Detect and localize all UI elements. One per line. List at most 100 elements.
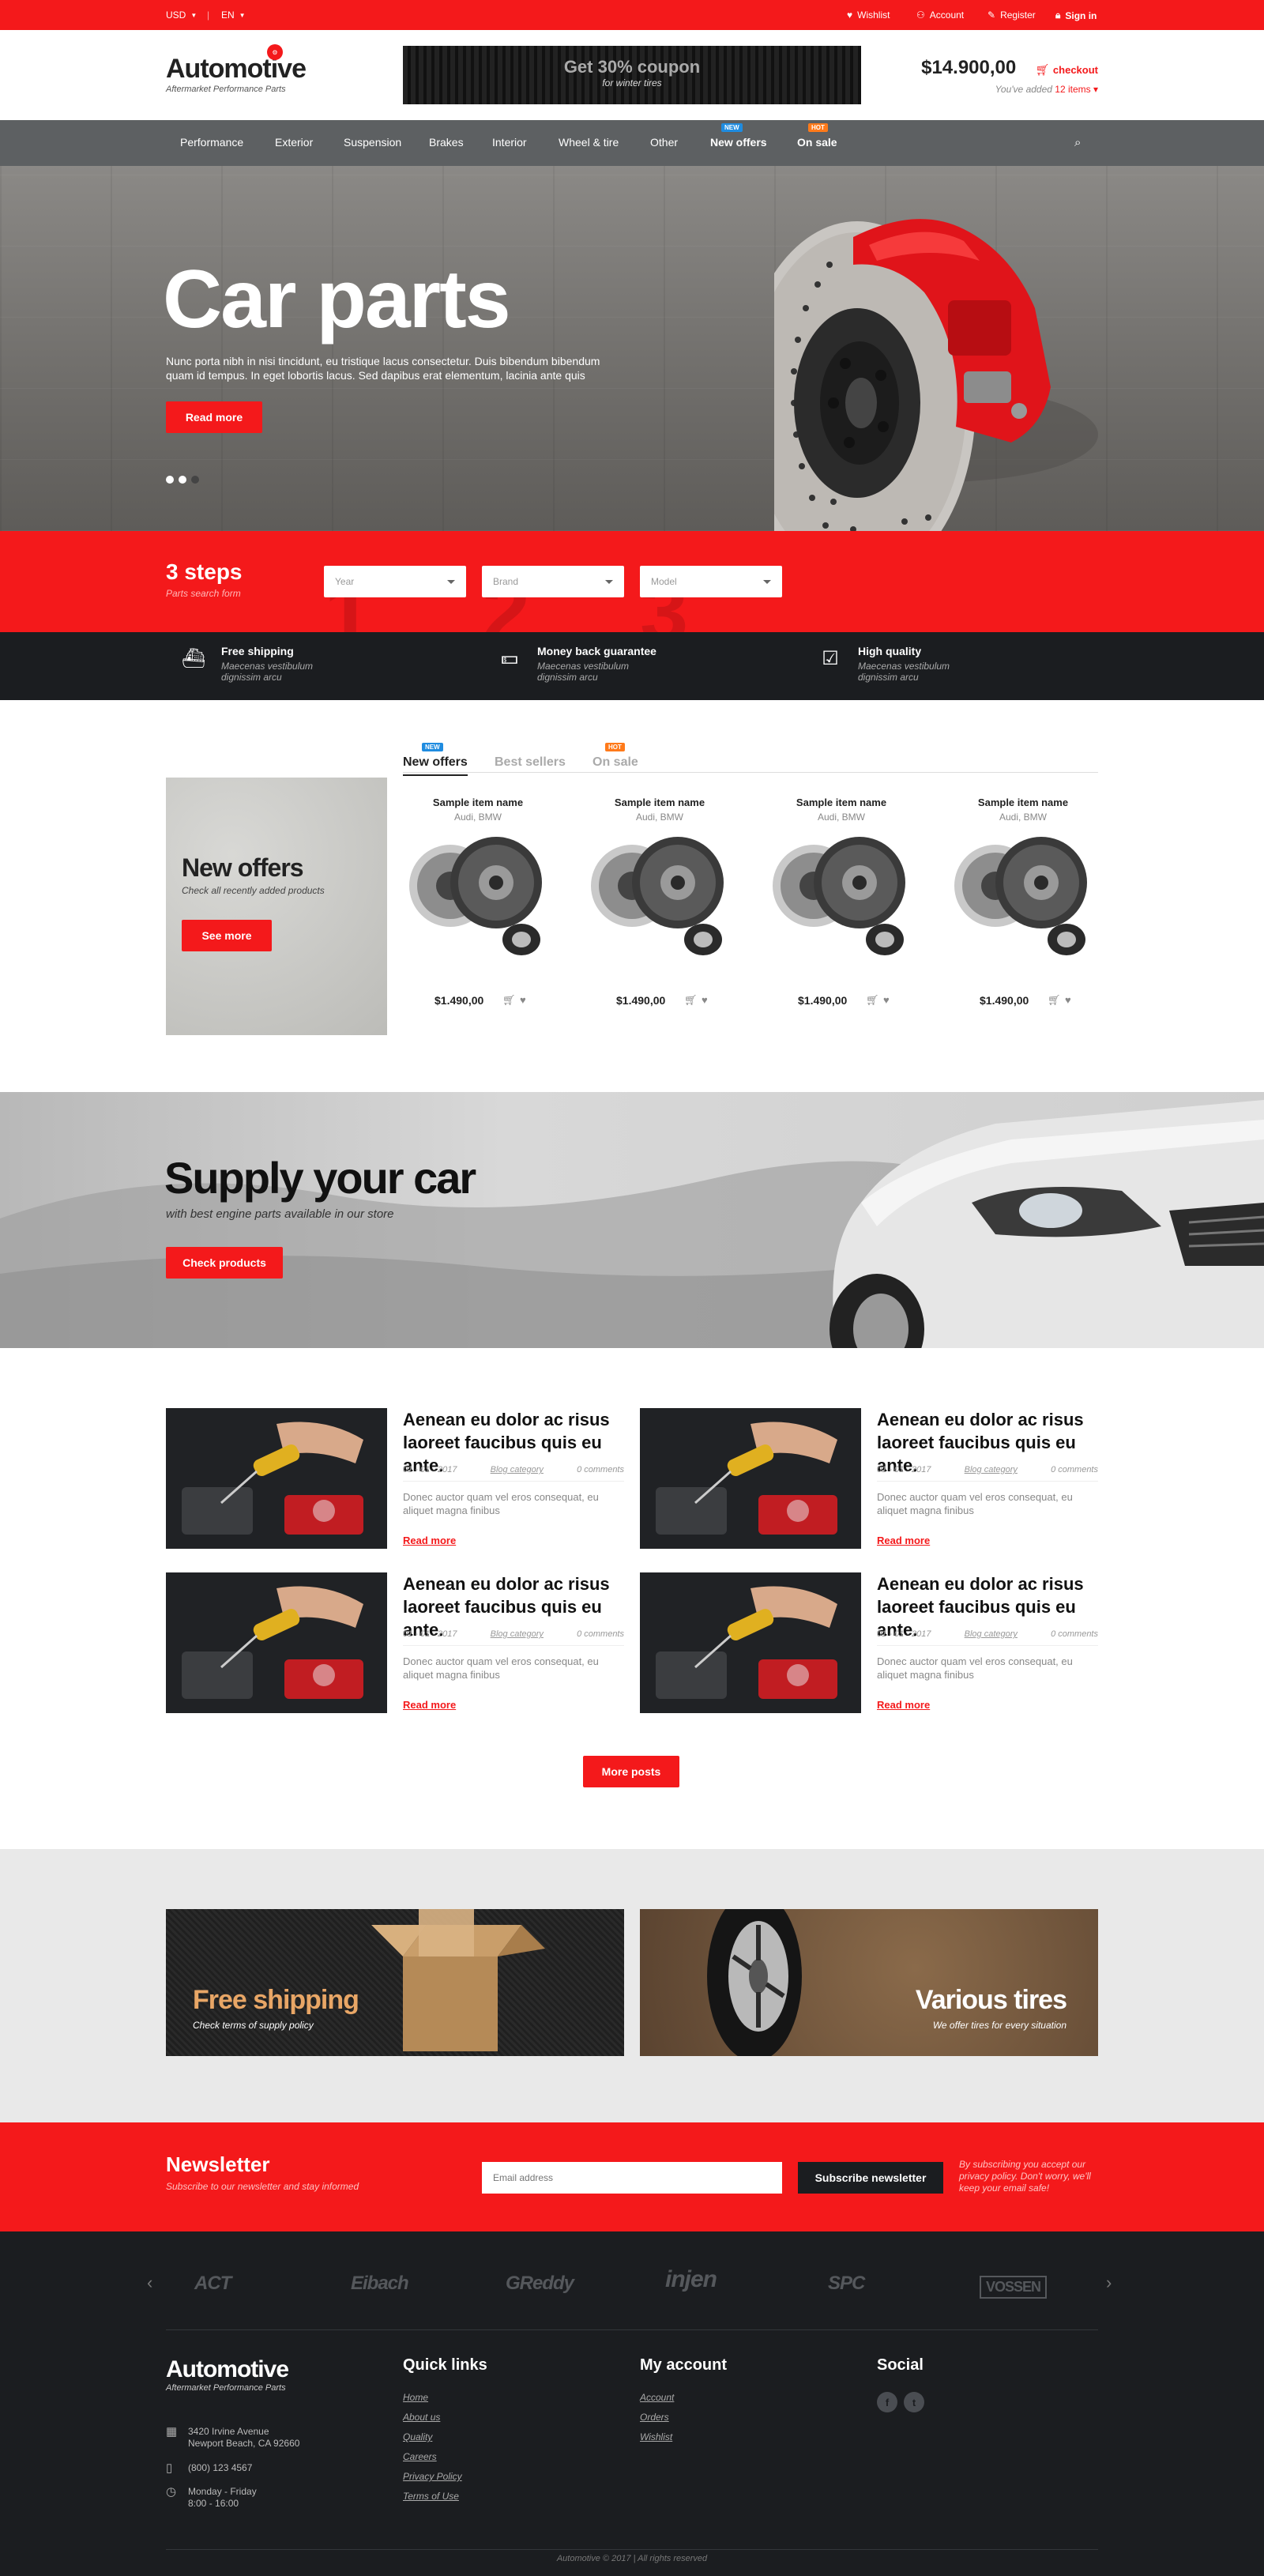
- cart-added-prefix: You've added: [995, 84, 1052, 95]
- slider-dots: [166, 476, 199, 484]
- heart-icon[interactable]: ♥: [1065, 994, 1071, 1006]
- slider-dot[interactable]: [179, 476, 186, 484]
- newsletter-section: Newsletter Subscribe to our newsletter a…: [0, 2122, 1264, 2231]
- slider-dot[interactable]: [191, 476, 199, 484]
- feature-title: Free shipping: [221, 645, 294, 657]
- engine-photo[interactable]: [640, 1408, 861, 1549]
- chevron-left-icon[interactable]: ‹: [147, 2273, 152, 2293]
- brand-logo-spc[interactable]: SPC: [828, 2273, 865, 2295]
- email-field[interactable]: [482, 2162, 782, 2194]
- heart-icon[interactable]: ♥: [702, 994, 708, 1006]
- see-more-button[interactable]: See more: [182, 920, 272, 951]
- various-tires-banner[interactable]: Various tires We offer tires for every s…: [640, 1909, 1098, 2056]
- footer-link-about[interactable]: About us: [403, 2412, 487, 2423]
- cart-icon[interactable]: 🛒︎: [866, 994, 879, 1007]
- nav-item-wheel-tire[interactable]: Wheel & tire: [559, 136, 619, 149]
- tab-new-offers[interactable]: New offers NEW: [403, 743, 468, 776]
- footer-link-account[interactable]: Account: [640, 2392, 727, 2403]
- nav-item-suspension[interactable]: Suspension: [344, 136, 401, 149]
- cart-items-dropdown[interactable]: 12 items ▾: [1055, 84, 1098, 95]
- search-icon[interactable]: ⌕: [1074, 136, 1081, 149]
- free-shipping-banner[interactable]: Free shipping Check terms of supply poli…: [166, 1909, 624, 2056]
- twitter-icon[interactable]: t: [904, 2392, 924, 2412]
- checkout-link[interactable]: checkout: [1053, 64, 1098, 76]
- footer-link-terms[interactable]: Terms of Use: [403, 2491, 487, 2502]
- footer-logo[interactable]: Automotive Aftermarket Performance Parts: [166, 2356, 289, 2393]
- promo-title: New offers: [182, 853, 304, 882]
- cart-icon[interactable]: 🛒︎: [1048, 994, 1061, 1007]
- post-comments[interactable]: 0 comments: [1051, 1465, 1098, 1474]
- hero-read-more-button[interactable]: Read more: [166, 401, 262, 433]
- box-image: [371, 1909, 545, 2051]
- footer-link-careers[interactable]: Careers: [403, 2451, 487, 2462]
- read-more-link[interactable]: Read more: [877, 1535, 930, 1546]
- product-card[interactable]: Sample item name Audi, BMW $1.490,00 🛒︎ ♥: [403, 797, 553, 1007]
- product-name[interactable]: Sample item name: [766, 797, 916, 808]
- product-name[interactable]: Sample item name: [585, 797, 735, 808]
- cart-icon[interactable]: 🛒︎: [684, 994, 698, 1007]
- post-category[interactable]: Blog category: [965, 1465, 1018, 1474]
- post-comments[interactable]: 0 comments: [1051, 1629, 1098, 1639]
- nav-item-other[interactable]: Other: [650, 136, 678, 149]
- nav-item-brakes[interactable]: Brakes: [429, 136, 464, 149]
- post-category[interactable]: Blog category: [491, 1465, 544, 1474]
- footer-link-privacy[interactable]: Privacy Policy: [403, 2471, 487, 2482]
- brand-select[interactable]: Brand: [482, 566, 624, 597]
- language-select[interactable]: EN ▼: [221, 9, 246, 21]
- register-link[interactable]: ✎ Register: [988, 9, 1036, 21]
- read-more-link[interactable]: Read more: [403, 1699, 456, 1711]
- nav-item-exterior[interactable]: Exterior: [275, 136, 313, 149]
- logo[interactable]: Automotive Aftermarket Performance Parts…: [166, 44, 307, 94]
- feature-money-back: 💵︎ Money back guarantee Maecenas vestibul…: [496, 645, 656, 683]
- account-link[interactable]: ⚇ Account: [916, 9, 964, 21]
- slider-dot[interactable]: [166, 476, 174, 484]
- read-more-link[interactable]: Read more: [403, 1535, 456, 1546]
- engine-photo[interactable]: [640, 1572, 861, 1713]
- more-posts-button[interactable]: More posts: [583, 1756, 679, 1787]
- engine-photo[interactable]: [166, 1408, 387, 1549]
- product-card[interactable]: Sample item name Audi, BMW $1.490,00 🛒︎ ♥: [766, 797, 916, 1007]
- tab-best-sellers[interactable]: Best sellers: [495, 755, 566, 770]
- post-comments[interactable]: 0 comments: [577, 1629, 624, 1639]
- brand-logo-eibach[interactable]: Eibach: [351, 2273, 409, 2295]
- post-category[interactable]: Blog category: [965, 1629, 1018, 1639]
- read-more-link[interactable]: Read more: [877, 1699, 930, 1711]
- heart-icon[interactable]: ♥: [520, 994, 526, 1006]
- brand-logo-vossen[interactable]: VOSSEN: [980, 2276, 1048, 2299]
- brand-logo-greddy[interactable]: GReddy: [506, 2273, 574, 2295]
- chevron-right-icon[interactable]: ›: [1106, 2273, 1112, 2293]
- post-category[interactable]: Blog category: [491, 1629, 544, 1639]
- subscribe-button[interactable]: Subscribe newsletter: [798, 2162, 943, 2194]
- heart-icon[interactable]: ♥: [883, 994, 890, 1006]
- facebook-icon[interactable]: f: [877, 2392, 897, 2412]
- product-name[interactable]: Sample item name: [948, 797, 1098, 808]
- footer-link-wishlist[interactable]: Wishlist: [640, 2431, 727, 2442]
- post-meta: 01 - 01 - 2017 Blog category 0 comments: [877, 1465, 1098, 1482]
- year-select[interactable]: Year: [324, 566, 466, 597]
- brand-logo-injen[interactable]: injen: [665, 2266, 717, 2293]
- nav-item-performance[interactable]: Performance: [180, 136, 243, 149]
- model-select[interactable]: Model: [640, 566, 782, 597]
- new-offers-promo: New offers Check all recently added prod…: [166, 778, 387, 1035]
- brand-logo-act[interactable]: ACT: [194, 2273, 231, 2295]
- tab-on-sale[interactable]: On sale HOT: [592, 743, 638, 770]
- nav-item-new-offers[interactable]: New offers NEW: [710, 123, 767, 149]
- footer-link-orders[interactable]: Orders: [640, 2412, 727, 2423]
- footer-link-home[interactable]: Home: [403, 2392, 487, 2403]
- post-comments[interactable]: 0 comments: [577, 1465, 624, 1474]
- nav-item-interior[interactable]: Interior: [492, 136, 527, 149]
- hot-badge: HOT: [605, 743, 625, 751]
- product-name[interactable]: Sample item name: [403, 797, 553, 808]
- nav-item-on-sale[interactable]: On sale HOT: [797, 123, 837, 149]
- wishlist-link[interactable]: ♥ Wishlist: [847, 9, 890, 21]
- product-card[interactable]: Sample item name Audi, BMW $1.490,00 🛒︎ ♥: [948, 797, 1098, 1007]
- check-products-button[interactable]: Check products: [166, 1247, 283, 1279]
- currency-select[interactable]: USD ▼: [166, 9, 197, 21]
- footer-link-quality[interactable]: Quality: [403, 2431, 487, 2442]
- coupon-banner[interactable]: Get 30% coupon for winter tires: [403, 46, 861, 104]
- product-card[interactable]: Sample item name Audi, BMW $1.490,00 🛒︎ ♥: [585, 797, 735, 1007]
- quick-links: Quick links Home About us Quality Career…: [403, 2356, 487, 2510]
- cart-icon[interactable]: 🛒︎: [502, 994, 516, 1007]
- engine-photo[interactable]: [166, 1572, 387, 1713]
- signin-link[interactable]: 🔒︎ Sign in: [1055, 9, 1097, 21]
